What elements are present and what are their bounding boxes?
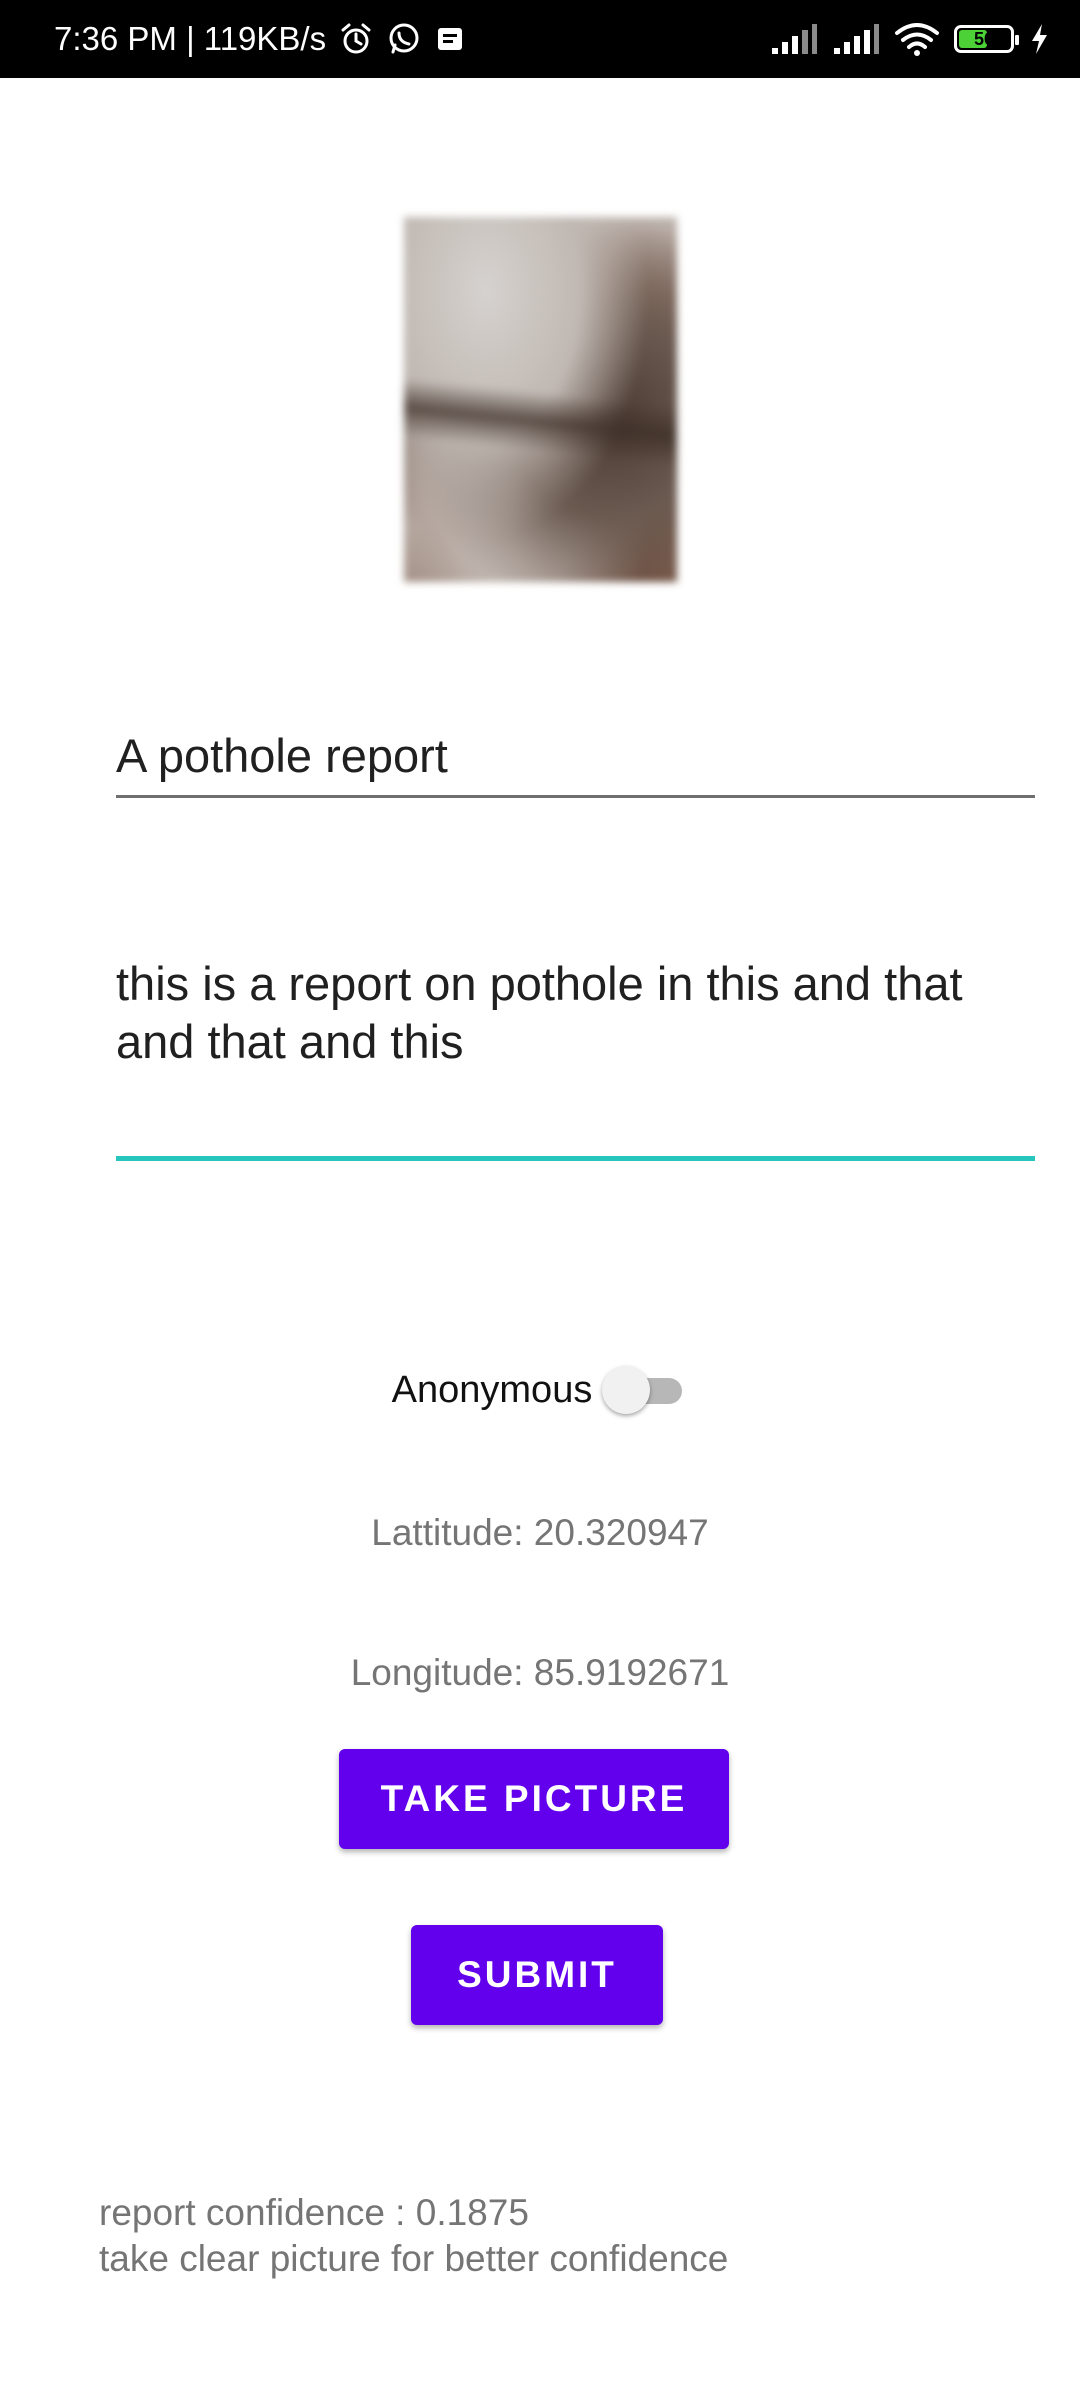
battery-tip bbox=[1015, 35, 1019, 45]
status-left: 7:36 PM | 119KB/s bbox=[54, 0, 466, 78]
description-input[interactable]: this is a report on pothole in this and … bbox=[116, 955, 1035, 1161]
anonymous-row: Anonymous bbox=[0, 1360, 1080, 1420]
signal-icon bbox=[770, 22, 818, 56]
confidence-hint: take clear picture for better confidence bbox=[99, 2238, 729, 2279]
charging-icon bbox=[1028, 22, 1050, 56]
latitude-text: Lattitude: 20.320947 bbox=[371, 1512, 709, 1553]
anonymous-label: Anonymous bbox=[391, 1368, 593, 1411]
signal-icon bbox=[832, 22, 880, 56]
title-input[interactable]: A pothole report bbox=[116, 720, 1035, 798]
alarm-icon bbox=[338, 21, 374, 57]
message-icon bbox=[434, 23, 466, 55]
photo-shadow-band bbox=[404, 376, 677, 468]
report-screen: 7:36 PM | 119KB/s 56 A pothole report th… bbox=[0, 0, 1080, 2400]
take-picture-button[interactable]: TAKE PICTURE bbox=[339, 1749, 729, 1849]
status-time-speed: 7:36 PM | 119KB/s bbox=[54, 20, 327, 57]
submit-button[interactable]: SUBMIT bbox=[411, 1925, 663, 2025]
battery-level: 56 bbox=[973, 28, 995, 49]
captured-photo bbox=[404, 217, 677, 582]
status-right: 56 bbox=[770, 0, 1050, 78]
status-bar: 7:36 PM | 119KB/s 56 bbox=[0, 0, 1080, 78]
whatsapp-icon bbox=[386, 21, 422, 57]
confidence-text: report confidence : 0.1875 take clear pi… bbox=[99, 2190, 728, 2282]
battery-icon: 56 bbox=[954, 25, 1019, 53]
anonymous-switch[interactable] bbox=[602, 1364, 688, 1416]
confidence-value: report confidence : 0.1875 bbox=[99, 2192, 529, 2233]
wifi-icon bbox=[894, 21, 940, 57]
longitude-text: Longitude: 85.9192671 bbox=[350, 1652, 730, 1693]
switch-thumb bbox=[602, 1366, 651, 1414]
